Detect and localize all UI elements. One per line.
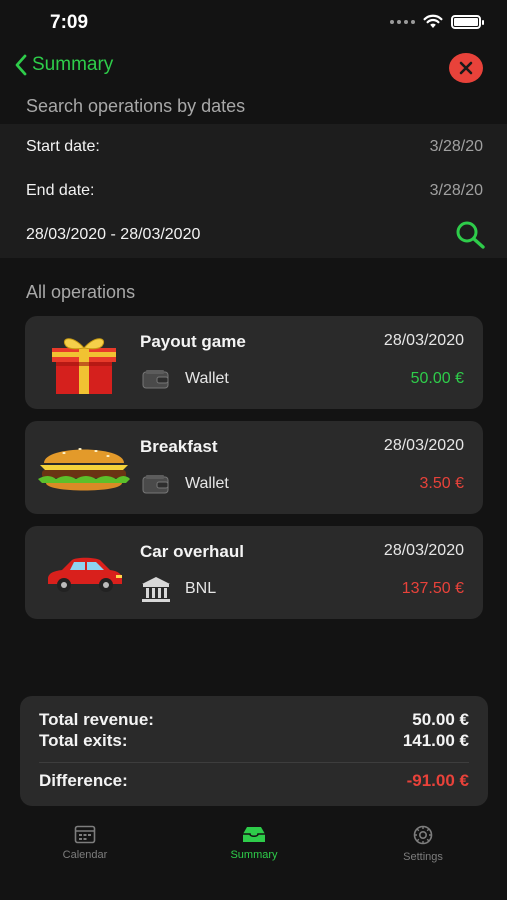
date-range-row: 28/03/2020 - 28/03/2020 [26, 220, 485, 250]
total-exits-label: Total exits: [39, 731, 128, 750]
operation-date: 28/03/2020 [383, 332, 464, 349]
tab-summary-label: Summary [230, 849, 278, 861]
start-date-row[interactable]: Start date: 3/28/20 [26, 138, 483, 156]
tab-settings-label: Settings [403, 851, 443, 863]
operation-title: Car overhaul [140, 542, 244, 561]
wifi-icon [423, 14, 443, 28]
end-date-label: End date: [26, 182, 95, 199]
difference-value: -91.00 € [406, 771, 469, 790]
operation-amount: 3.50 € [419, 475, 464, 492]
operation-amount: 137.50 € [401, 580, 464, 597]
tab-calendar-label: Calendar [62, 849, 108, 861]
tab-bar: Calendar Summary Settings [0, 818, 507, 900]
back-label: Summary [32, 54, 114, 75]
search-icon [456, 221, 485, 249]
gear-icon [413, 825, 433, 845]
start-date-label: Start date: [26, 138, 100, 155]
bank-icon [140, 576, 172, 602]
status-icons [390, 14, 484, 29]
operation-title: Payout game [140, 332, 246, 351]
search-section-header: Search operations by dates [26, 96, 246, 116]
nav-bar: Summary [0, 46, 507, 90]
operation-account: BNL [185, 580, 217, 597]
operation-title: Breakfast [140, 437, 218, 456]
start-date-value[interactable]: 3/28/20 [430, 138, 483, 156]
totals-divider [39, 762, 469, 763]
operation-date: 28/03/2020 [383, 542, 464, 559]
operation-date: 28/03/2020 [383, 437, 464, 454]
difference-row: Difference: -91.00 € [39, 771, 469, 791]
operation-card[interactable]: Breakfast 28/03/2020 Wallet 3.50 € [25, 421, 483, 514]
operation-account: Wallet [185, 475, 229, 492]
operation-account: Wallet [185, 370, 229, 387]
date-search-panel: Start date: 3/28/20 End date: 3/28/20 28… [0, 124, 507, 258]
total-exits-value: 141.00 € [402, 731, 469, 750]
status-time: 7:09 [50, 12, 89, 33]
total-exits-row: Total exits: 141.00 € [39, 731, 469, 751]
battery-icon [451, 14, 484, 29]
end-date-row[interactable]: End date: 3/28/20 [26, 182, 483, 200]
difference-label: Difference: [39, 771, 128, 790]
wallet-icon [140, 366, 172, 392]
operation-card[interactable]: Car overhaul 28/03/2020 BNL 137.50 € [25, 526, 483, 619]
total-revenue-value: 50.00 € [412, 710, 469, 729]
tab-calendar[interactable]: Calendar [20, 824, 150, 861]
calendar-icon [74, 825, 96, 844]
wallet-icon [140, 471, 172, 497]
tab-summary[interactable]: Summary [189, 824, 319, 861]
summary-tray-icon [243, 827, 265, 842]
back-button[interactable]: Summary [14, 54, 113, 76]
chevron-left-icon [15, 54, 27, 76]
tab-settings[interactable]: Settings [358, 824, 488, 863]
car-icon [31, 534, 137, 612]
date-range-text: 28/03/2020 - 28/03/2020 [26, 226, 201, 243]
totals-card: Total revenue: 50.00 € Total exits: 141.… [20, 696, 488, 806]
search-button[interactable] [453, 220, 487, 250]
status-bar: 7:09 [0, 0, 507, 46]
end-date-value[interactable]: 3/28/20 [430, 182, 483, 200]
operation-amount: 50.00 € [410, 370, 464, 387]
operation-card[interactable]: Payout game 28/03/2020 Wallet 50.00 € [25, 316, 483, 409]
total-revenue-row: Total revenue: 50.00 € [39, 710, 469, 730]
total-revenue-label: Total revenue: [39, 710, 154, 729]
operations-section-header: All operations [26, 282, 136, 302]
close-icon [459, 61, 473, 75]
cellular-signal-icon [390, 19, 415, 24]
burger-icon [31, 429, 137, 507]
gift-box-icon [31, 324, 137, 402]
close-button[interactable] [449, 53, 483, 83]
